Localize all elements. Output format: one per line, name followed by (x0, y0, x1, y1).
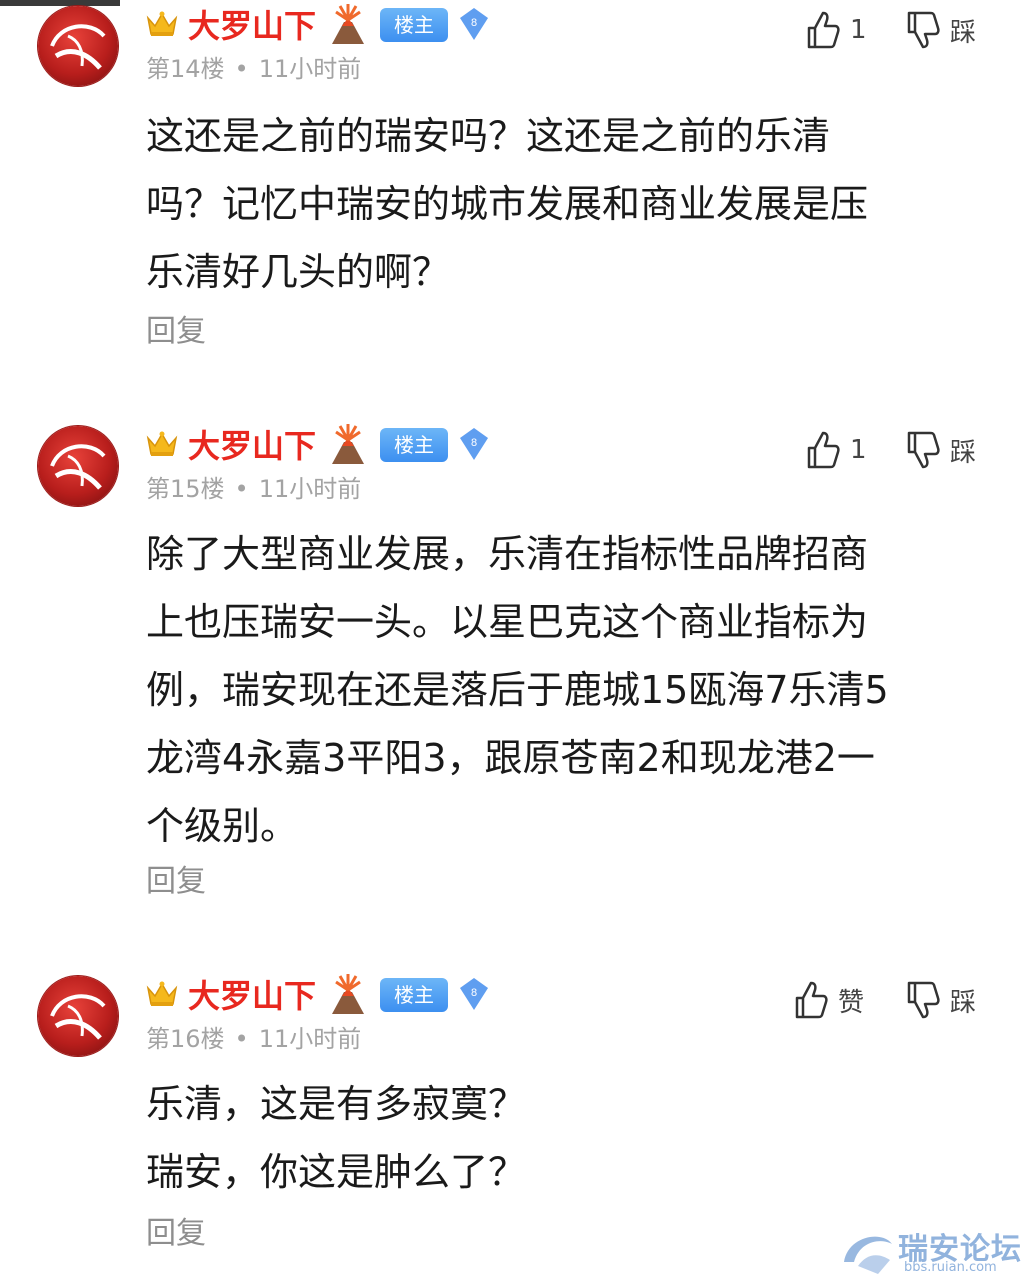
thumbs-down-icon (907, 981, 940, 1019)
like-label: 赞 (838, 987, 865, 1018)
avatar[interactable] (38, 6, 118, 86)
comment-content: 乐清，这是有多寂寞？ 瑞安，你这是肿么了？ (146, 1070, 976, 1206)
reply-button[interactable]: 回复 (146, 1214, 206, 1254)
content-line: 乐清，这是有多寂寞？ (146, 1082, 527, 1126)
crown-icon (146, 11, 178, 36)
crown-icon (146, 431, 178, 456)
content-line: 吗？记忆中瑞安的城市发展和商业发展是压 (146, 182, 869, 226)
post-meta: 第16楼 • 11小时前 (146, 1025, 362, 1053)
content-line: 例，瑞安现在还是落后于鹿城15瓯海7乐清5 (146, 668, 889, 712)
like-button[interactable]: 1 (806, 428, 867, 472)
site-watermark: 瑞安论坛 bbs.ruian.com (838, 1226, 1021, 1278)
dislike-label: 踩 (950, 17, 977, 48)
username[interactable]: 大罗山下 (188, 974, 316, 1018)
post-meta: 第14楼 • 11小时前 (146, 55, 362, 83)
comment-content: 除了大型商业发展，乐清在指标性品牌招商 上也压瑞安一头。以星巴克这个商业指标为 … (146, 520, 976, 860)
thumbs-up-icon (807, 11, 840, 49)
content-line: 上也压瑞安一头。以星巴克这个商业指标为 (146, 600, 869, 644)
dislike-label: 踩 (950, 437, 977, 468)
dislike-button[interactable]: 踩 (906, 8, 976, 52)
svg-text:8: 8 (471, 17, 477, 29)
username[interactable]: 大罗山下 (188, 4, 316, 48)
like-button[interactable]: 1 (806, 8, 867, 52)
like-count: 1 (850, 15, 867, 45)
watermark-url: bbs.ruian.com (904, 1260, 997, 1275)
owner-badge: 楼主 (380, 8, 448, 42)
reply-button[interactable]: 回复 (146, 312, 206, 352)
like-count: 1 (850, 435, 867, 465)
comment-content: 这还是之前的瑞安吗？这还是之前的乐清 吗？记忆中瑞安的城市发展和商业发展是压 乐… (146, 102, 976, 306)
owner-badge: 楼主 (380, 428, 448, 462)
post-time: 11小时前 (258, 475, 362, 503)
diamond-level-icon: 8 (460, 978, 488, 1010)
reply-button[interactable]: 回复 (146, 862, 206, 902)
content-line: 瑞安，你这是肿么了？ (146, 1150, 527, 1194)
thumbs-down-icon (907, 11, 940, 49)
post-time: 11小时前 (258, 55, 362, 83)
ruian-logo-icon (844, 1236, 892, 1274)
content-line: 除了大型商业发展，乐清在指标性品牌招商 (146, 532, 869, 576)
svg-text:8: 8 (471, 437, 477, 449)
post-meta: 第15楼 • 11小时前 (146, 475, 362, 503)
owner-badge: 楼主 (380, 978, 448, 1012)
diamond-level-icon: 8 (460, 8, 488, 40)
post-time: 11小时前 (258, 1025, 362, 1053)
like-button[interactable]: 赞 (794, 978, 864, 1022)
content-line: 个级别。 (146, 804, 299, 848)
svg-text:8: 8 (471, 987, 477, 999)
diamond-level-icon: 8 (460, 428, 488, 460)
dislike-button[interactable]: 踩 (906, 428, 976, 472)
thumbs-up-icon (795, 981, 828, 1019)
content-line: 龙湾4永嘉3平阳3，跟原苍南2和现龙港2一 (146, 736, 875, 780)
volcano-emoji-icon (332, 424, 364, 464)
dislike-label: 踩 (950, 987, 977, 1018)
dislike-button[interactable]: 踩 (906, 978, 976, 1022)
thumbs-up-icon (807, 431, 840, 469)
floor-number: 第14楼 (146, 55, 225, 83)
volcano-emoji-icon (332, 974, 364, 1014)
content-line: 乐清好几头的啊？ (146, 250, 451, 294)
floor-number: 第16楼 (146, 1025, 225, 1053)
avatar[interactable] (38, 976, 118, 1056)
content-line: 这还是之前的瑞安吗？这还是之前的乐清 (146, 114, 831, 158)
floor-number: 第15楼 (146, 475, 225, 503)
username[interactable]: 大罗山下 (188, 424, 316, 468)
volcano-emoji-icon (332, 4, 364, 44)
crown-icon (146, 981, 178, 1006)
thumbs-down-icon (907, 431, 940, 469)
avatar[interactable] (38, 426, 118, 506)
